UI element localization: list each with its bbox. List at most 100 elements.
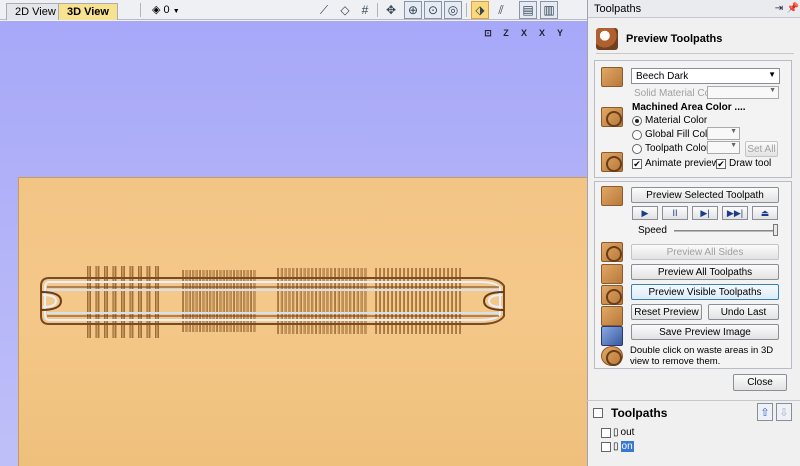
material-icon[interactable]: ⫽ <box>492 1 510 19</box>
slot-cut <box>182 270 184 332</box>
preview-visible-toolpaths-button[interactable]: Preview Visible Toolpaths <box>631 284 779 300</box>
save-preview-image-button[interactable]: Save Preview Image <box>631 324 779 340</box>
toolpath-color-label: Toolpath Color <box>645 143 710 154</box>
select-all-toolpaths-checkbox[interactable] <box>593 407 603 418</box>
preview-toolpaths-icon <box>596 27 618 50</box>
view-toolpaths-icon[interactable]: ⬗ <box>471 1 489 19</box>
preview-all-sides-button[interactable]: Preview All Sides <box>631 244 779 260</box>
material-block[interactable] <box>18 177 587 466</box>
slot-cut <box>104 266 108 338</box>
slot-cut <box>199 270 201 332</box>
toolpath-tool-icon: ▯ <box>613 441 619 452</box>
tab-3d-view[interactable]: 3D View <box>58 3 118 20</box>
top-view-icon[interactable]: Z <box>498 25 514 41</box>
slot-cut <box>226 270 229 332</box>
slot-cut <box>246 270 249 332</box>
slot-cut <box>185 270 188 332</box>
slot-cut <box>146 266 151 338</box>
chevron-down-icon: ▼ <box>768 70 776 79</box>
line-tool-icon[interactable]: ⟋ <box>315 1 333 19</box>
toolbar-divider <box>140 3 141 17</box>
material-color-label: Material Color <box>645 115 708 126</box>
animate-preview-checkbox[interactable]: ✔ <box>632 159 642 169</box>
toolpath-color-picker[interactable] <box>707 141 740 154</box>
tab-2d-view[interactable]: 2D View <box>6 3 65 20</box>
toolpath-visible-checkbox[interactable] <box>601 441 611 452</box>
3d-viewport[interactable]: ⊡ Z X X Y <box>0 21 587 466</box>
view-toolbar: 2D View 3D View ◈ 0 ▼ ⟋ ◇ # ✥ ⊕ ⊙ ◎ ⬗ ⫽ … <box>0 0 587 20</box>
toolpaths-list-title: Toolpaths <box>611 405 668 420</box>
profile-outline <box>40 277 505 325</box>
left-view-icon[interactable]: X <box>534 25 550 41</box>
draw-tool-checkbox[interactable]: ✔ <box>716 159 726 169</box>
layer-value: 0 <box>163 4 170 16</box>
list-item[interactable]: ▯ on <box>601 441 634 452</box>
page-title: Preview Toolpaths <box>626 32 723 45</box>
slot-cut <box>243 270 246 332</box>
move-up-icon[interactable]: ⇧ <box>757 403 773 421</box>
step-button[interactable]: ▶| <box>692 206 718 220</box>
slot-cut <box>253 270 256 332</box>
move-icon[interactable]: ✥ <box>382 1 400 19</box>
slot-cut <box>239 270 242 332</box>
zoom-fit-icon[interactable]: ⊙ <box>424 1 442 19</box>
material-color-radio[interactable] <box>632 116 642 126</box>
form-title: Preview Toolpaths <box>596 24 794 54</box>
shape-tool-icon[interactable]: ◇ <box>336 1 354 19</box>
zoom-selection-icon[interactable]: ⊕ <box>404 1 422 19</box>
cursor-hint-icon <box>601 346 623 366</box>
slot-cut <box>112 266 117 338</box>
preview-all-sides-icon <box>601 242 623 262</box>
skip-to-end-button[interactable]: ▶▶| <box>722 206 748 220</box>
toolpath-color-radio[interactable] <box>632 144 642 154</box>
preview-all-toolpaths-button[interactable]: Preview All Toolpaths <box>631 264 779 280</box>
set-all-button[interactable]: Set All <box>745 141 778 157</box>
toolpath-preview-render <box>40 266 505 338</box>
right-view-icon[interactable]: Y <box>552 25 568 41</box>
slot-cut <box>202 270 205 332</box>
slot-cut <box>138 266 142 338</box>
split-view-vertical-icon[interactable]: ▥ <box>540 1 558 19</box>
undo-last-button[interactable]: Undo Last <box>708 304 779 320</box>
pin-icon[interactable]: 📌 <box>786 3 800 14</box>
split-view-horizontal-icon[interactable]: ▤ <box>519 1 537 19</box>
global-fill-color-radio[interactable] <box>632 130 642 140</box>
slot-cut <box>219 270 222 332</box>
front-view-icon[interactable]: X <box>516 25 532 41</box>
close-button[interactable]: Close <box>733 374 787 391</box>
solid-material-color-picker[interactable] <box>707 86 779 99</box>
toolbar-divider <box>377 3 378 17</box>
list-item[interactable]: ▯ out <box>601 427 634 438</box>
dock-icon[interactable]: ⇥ <box>772 3 786 14</box>
layers-icon: ◈ <box>152 4 161 16</box>
slot-cut <box>222 270 225 332</box>
iso-view-icon[interactable]: ⊡ <box>480 25 496 41</box>
speed-slider-thumb[interactable] <box>773 224 778 236</box>
preview-selected-toolpath-button[interactable]: Preview Selected Toolpath <box>631 187 779 203</box>
toolpath-tool-icon: ▯ <box>613 427 619 438</box>
move-down-icon[interactable]: ⇩ <box>776 403 792 421</box>
slot-cut <box>212 270 215 332</box>
reset-preview-button[interactable]: Reset Preview <box>631 304 702 320</box>
eject-button[interactable]: ⏏ <box>752 206 778 220</box>
material-select[interactable]: Beech Dark ▼ <box>631 68 780 84</box>
reset-preview-icon <box>601 306 623 326</box>
material-selected-value: Beech Dark <box>636 71 689 82</box>
pause-button[interactable]: II <box>662 206 688 220</box>
play-button[interactable]: ▶ <box>632 206 658 220</box>
layer-selector[interactable]: ◈ 0 ▼ <box>152 3 180 16</box>
speed-slider-track[interactable] <box>674 230 778 232</box>
zoom-all-icon[interactable]: ◎ <box>444 1 462 19</box>
slot-cuts <box>87 266 461 338</box>
slot-cut <box>216 270 218 332</box>
slot-cut <box>155 266 159 338</box>
draw-tool-label: Draw tool <box>729 158 772 169</box>
grid-icon[interactable]: # <box>356 1 374 19</box>
global-fill-color-picker[interactable] <box>707 127 740 140</box>
toolpath-visible-checkbox[interactable] <box>601 427 611 438</box>
slot-cut <box>209 270 212 332</box>
waste-area-hint: Double click on waste areas in 3D view t… <box>630 345 774 367</box>
slot-cut <box>229 270 232 332</box>
save-icon <box>601 326 623 346</box>
slot-cut <box>188 270 191 332</box>
